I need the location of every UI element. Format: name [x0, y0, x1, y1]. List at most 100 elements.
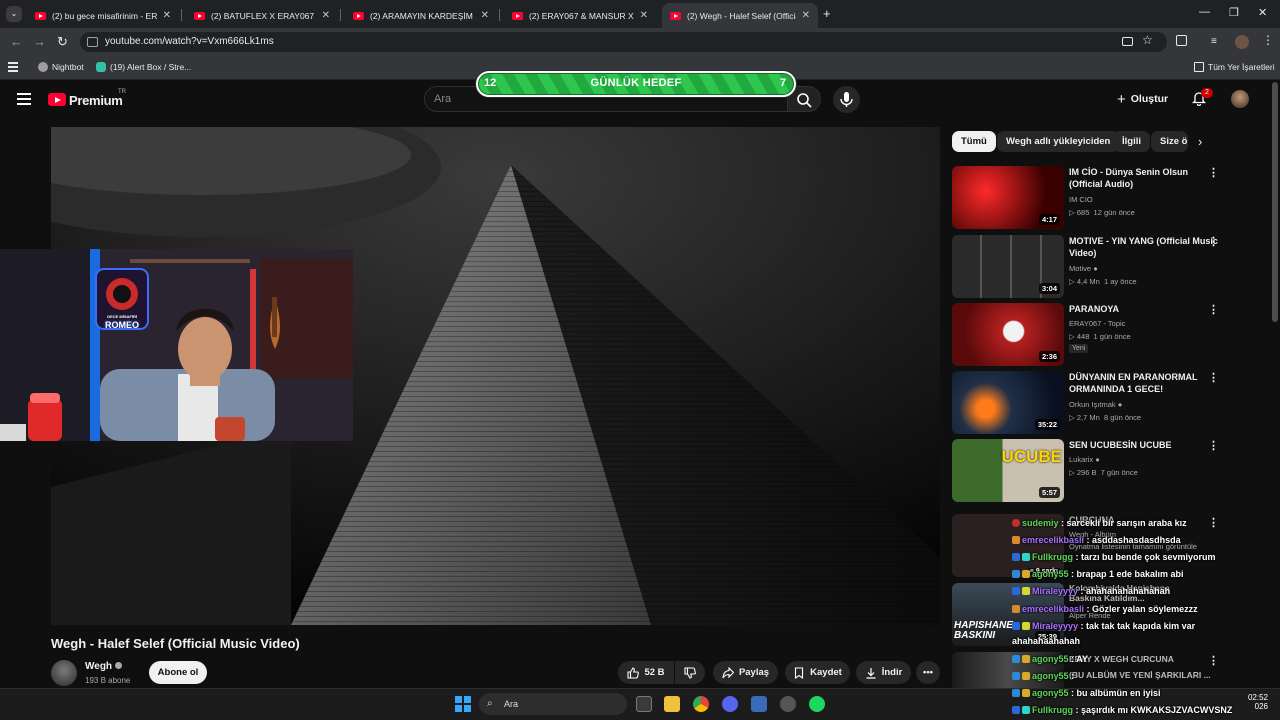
create-button[interactable]: + Oluştur	[1117, 88, 1177, 110]
recommended-video[interactable]: 35:22 DÜNYANIN EN PARANORMAL ORMANINDA 1…	[952, 371, 1262, 435]
close-icon[interactable]: ✕	[640, 10, 648, 21]
more-vertical-icon[interactable]: ⋮	[1208, 439, 1219, 452]
browser-tab-active[interactable]: (2) Wegh - Halef Selef (Official ✕	[662, 3, 818, 28]
more-vertical-icon[interactable]: ⋮	[1208, 235, 1219, 248]
video-title[interactable]: DÜNYANIN EN PARANORMAL ORMANINDA 1 GECE!	[1069, 371, 1219, 395]
channel-name[interactable]: ERAY067 - Topic	[1069, 319, 1125, 328]
user-badge-icon	[1022, 672, 1030, 680]
video-title: Wegh - Halef Selef (Official Music Video…	[51, 636, 300, 651]
video-thumbnail[interactable]: 4:17	[952, 166, 1064, 229]
chat-text: ahahahaahahah	[1012, 636, 1081, 646]
site-info-icon[interactable]	[87, 37, 98, 47]
share-button[interactable]: Paylaş	[713, 661, 778, 684]
channel-avatar[interactable]	[51, 660, 77, 686]
channel-name[interactable]: Wegh	[85, 661, 122, 672]
microphone-icon	[840, 92, 853, 107]
channel-name[interactable]: Lukarix ●	[1069, 455, 1100, 464]
recommended-video[interactable]: 3:04 MOTIVE - YIN YANG (Official Music V…	[952, 235, 1262, 299]
cast-icon[interactable]	[1122, 37, 1133, 46]
discord-icon[interactable]	[722, 696, 738, 712]
youtube-brand[interactable]: Premium	[69, 93, 123, 108]
windows-start-icon[interactable]	[455, 696, 471, 712]
more-menu-icon[interactable]: ⋮	[1262, 33, 1274, 47]
recommended-video[interactable]: 2:36 PARANOYA ERAY067 - Topic ▷ 448 1 gü…	[952, 303, 1262, 367]
recommended-video[interactable]: UCUBE 5:57 SEN UCUBESİN UCUBE Lukarix ● …	[952, 439, 1262, 503]
more-vertical-icon[interactable]: ⋮	[1208, 166, 1219, 179]
voice-search-button[interactable]	[833, 86, 860, 113]
browser-tab[interactable]: (2) bu gece misafirinim - ERAYO ✕	[27, 3, 179, 28]
new-tab-icon[interactable]: +	[823, 6, 831, 21]
recommended-video[interactable]: 4:17 IM CİO - Dünya Senin Olsun (Officia…	[952, 166, 1262, 230]
close-icon[interactable]: ✕	[802, 10, 810, 21]
like-button[interactable]: 52 B	[618, 661, 674, 684]
more-vertical-icon[interactable]: ⋮	[1208, 516, 1219, 529]
video-title[interactable]: PARANOYA	[1069, 303, 1219, 315]
view-count: 296 B	[1076, 468, 1097, 477]
user-badge-icon	[1012, 622, 1020, 630]
channel-name[interactable]: Motive ●	[1069, 264, 1098, 273]
bookmark-alert-box[interactable]: (19) Alert Box / Stre...	[96, 62, 191, 72]
channel-name[interactable]: IM CIO	[1069, 195, 1093, 204]
profile-avatar[interactable]	[1235, 35, 1249, 49]
more-vertical-icon[interactable]: ⋮	[1208, 371, 1219, 384]
hamburger-menu-icon[interactable]	[17, 93, 31, 105]
video-thumbnail[interactable]: 35:22	[952, 371, 1064, 434]
notification-badge: 2	[1201, 88, 1213, 98]
forward-icon[interactable]: →	[33, 34, 46, 49]
more-actions-button[interactable]: •••	[916, 661, 940, 684]
chat-message: agony55 : bu albümün en iyisi	[1012, 688, 1161, 698]
chip-all[interactable]: Tümü	[952, 131, 996, 152]
video-thumbnail[interactable]: 2:36	[952, 303, 1064, 366]
back-icon[interactable]: ←	[10, 34, 23, 49]
minimize-icon[interactable]: —	[1199, 6, 1210, 18]
save-button[interactable]: Kaydet	[785, 661, 850, 684]
bookmark-star-icon[interactable]: ☆	[1142, 33, 1153, 47]
chrome-icon[interactable]	[693, 696, 709, 712]
obs-icon[interactable]	[780, 696, 796, 712]
more-vertical-icon[interactable]: ⋮	[1208, 654, 1219, 667]
close-icon[interactable]: ✕	[163, 10, 171, 21]
video-thumbnail[interactable]: 3:04	[952, 235, 1064, 298]
channel-name[interactable]: Orkun Işıtmak ●	[1069, 400, 1122, 409]
browser-tab[interactable]: (2) ARAMAYIN KARDEŞİM ARA ✕	[345, 3, 497, 28]
video-meta: ▷ 448 1 gün önce	[1069, 332, 1131, 341]
file-explorer-icon[interactable]	[664, 696, 680, 712]
browser-tab[interactable]: (2) BATUFLEX X ERAY067 & MA ✕	[186, 3, 338, 28]
page-scrollbar[interactable]	[1272, 82, 1278, 322]
reading-list-icon[interactable]: ≡	[1211, 36, 1217, 47]
apps-grid-icon[interactable]	[8, 62, 18, 72]
chat-text: şaşırdık mı KWKAKSJZVACWVSNZ	[1081, 705, 1233, 715]
chips-next-chevron-icon[interactable]: ›	[1198, 134, 1202, 149]
system-clock[interactable]: 02:52 026	[1240, 693, 1268, 711]
video-title[interactable]: SEN UCUBESİN UCUBE	[1069, 439, 1219, 451]
tab-search-button[interactable]: ⌄	[6, 6, 22, 22]
subscribe-button[interactable]: Abone ol	[149, 661, 207, 684]
close-icon[interactable]: ✕	[322, 10, 330, 21]
chip-for-you[interactable]: Size ö	[1151, 131, 1188, 152]
bookmark-nightbot[interactable]: Nightbot	[38, 62, 84, 72]
window-close-icon[interactable]: ✕	[1258, 6, 1267, 19]
all-bookmarks[interactable]: Tüm Yer İşaretleri	[1194, 62, 1275, 72]
video-title[interactable]: MOTIVE - YIN YANG (Official Music Video)	[1069, 235, 1219, 259]
extensions-icon[interactable]	[1176, 35, 1187, 46]
video-title[interactable]: IM CİO - Dünya Senin Olsun (Official Aud…	[1069, 166, 1219, 190]
chip-related[interactable]: İlgili	[1113, 131, 1150, 152]
dislike-button[interactable]	[675, 661, 705, 684]
chip-from-uploader[interactable]: Wegh adlı yükleyiciden	[997, 131, 1120, 152]
reload-icon[interactable]: ↻	[57, 34, 68, 50]
video-thumbnail[interactable]: UCUBE 5:57	[952, 439, 1064, 502]
youtube-logo-icon[interactable]	[48, 93, 66, 106]
account-avatar[interactable]	[1231, 90, 1249, 108]
close-icon[interactable]: ✕	[481, 10, 489, 21]
taskbar-search-icon: ⌕	[487, 698, 493, 709]
task-view-icon[interactable]	[636, 696, 652, 712]
search-placeholder: Ara	[434, 93, 452, 105]
more-vertical-icon[interactable]: ⋮	[1208, 303, 1219, 316]
tab-title: (2) ARAMAYIN KARDEŞİM ARA	[370, 10, 475, 21]
app-icon[interactable]	[751, 696, 767, 712]
restore-icon[interactable]: ❐	[1229, 6, 1239, 19]
browser-tab[interactable]: (2) ERAY067 & MANSUR X ORG ✕	[504, 3, 656, 28]
download-button[interactable]: İndir	[856, 661, 911, 684]
taskbar-search[interactable]	[479, 693, 627, 715]
spotify-icon[interactable]	[809, 696, 825, 712]
